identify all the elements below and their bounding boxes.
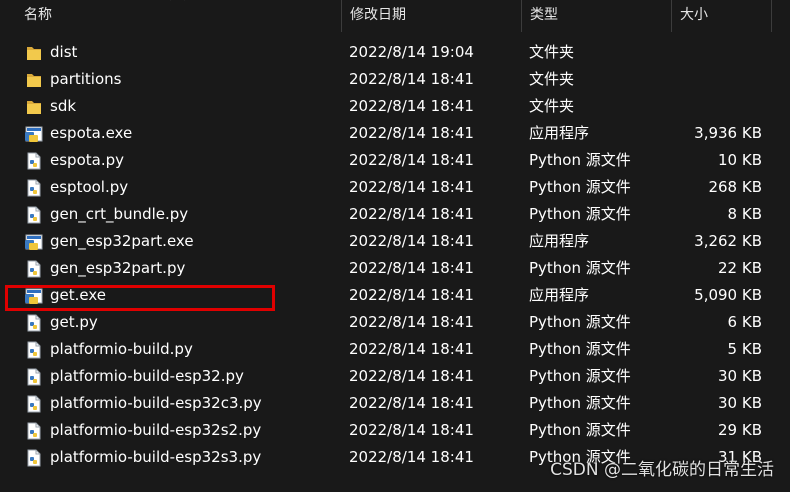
python-file-icon [24,259,44,279]
file-row[interactable]: sdk 2022/8/14 18:41 文件夹 [0,93,790,120]
python-file-icon [24,313,44,333]
file-size: 30 KB [718,394,762,412]
file-type: Python 源文件 [529,313,631,331]
file-name: platformio-build-esp32c3.py [50,394,262,412]
file-modified-date: 2022/8/14 18:41 [349,205,474,223]
file-name: platformio-build-esp32s3.py [50,448,262,466]
file-modified-date: 2022/8/14 19:04 [349,43,474,61]
file-modified-date: 2022/8/14 18:41 [349,151,474,169]
python-file-icon [24,421,44,441]
file-modified-date: 2022/8/14 18:41 [349,259,474,277]
file-modified-date: 2022/8/14 18:41 [349,313,474,331]
file-type: 文件夹 [529,70,575,88]
file-size: 5 KB [727,340,762,358]
folder-icon [24,97,44,117]
file-type: 文件夹 [529,43,575,61]
file-row[interactable]: gen_esp32part.py 2022/8/14 18:41 Python 源文… [0,255,790,282]
file-row[interactable]: platformio-build-esp32s2.py 2022/8/14 18:… [0,417,790,444]
python-file-icon [24,340,44,360]
file-type: Python 源文件 [529,178,631,196]
file-modified-date: 2022/8/14 18:41 [349,70,474,88]
file-size: 6 KB [727,313,762,331]
file-type: Python 源文件 [529,367,631,385]
file-name: get.py [50,313,98,331]
file-modified-date: 2022/8/14 18:41 [349,178,474,196]
file-size: 22 KB [718,259,762,277]
file-type: 应用程序 [529,232,590,250]
file-row[interactable]: get.py 2022/8/14 18:41 Python 源文件 6 KB [0,309,790,336]
file-row[interactable]: platformio-build-esp32c3.py 2022/8/14 18:… [0,390,790,417]
file-size: 29 KB [718,421,762,439]
python-file-icon [24,367,44,387]
file-name: gen_esp32part.py [50,259,186,277]
column-header-type[interactable]: 类型 [522,0,672,32]
file-modified-date: 2022/8/14 18:41 [349,124,474,142]
column-header-bar: 名称 修改日期 类型 大小 [0,0,790,32]
python-file-icon [24,205,44,225]
file-type: Python 源文件 [529,259,631,277]
file-modified-date: 2022/8/14 18:41 [349,340,474,358]
file-type: Python 源文件 [529,205,631,223]
file-name: gen_crt_bundle.py [50,205,189,223]
file-name: sdk [50,97,77,115]
file-size: 5,090 KB [694,286,762,304]
file-row[interactable]: esptool.py 2022/8/14 18:41 Python 源文件 268 K… [0,174,790,201]
column-header-name[interactable]: 名称 [16,0,342,32]
python-file-icon [24,448,44,468]
column-header-modified[interactable]: 修改日期 [342,0,522,32]
file-modified-date: 2022/8/14 18:41 [349,394,474,412]
file-name: gen_esp32part.exe [50,232,194,250]
file-type: Python 源文件 [529,340,631,358]
exe-icon [24,124,44,144]
python-file-icon [24,178,44,198]
file-name: platformio-build-esp32s2.py [50,421,262,439]
file-size: 3,936 KB [694,124,762,142]
file-row[interactable]: gen_crt_bundle.py 2022/8/14 18:41 Python 源… [0,201,790,228]
file-name: platformio-build-esp32.py [50,367,244,385]
file-modified-date: 2022/8/14 18:41 [349,97,474,115]
file-type: Python 源文件 [529,421,631,439]
file-name: espota.py [50,151,124,169]
file-name: partitions [50,70,122,88]
exe-icon [24,232,44,252]
file-type: 应用程序 [529,124,590,142]
file-type: 文件夹 [529,97,575,115]
file-row[interactable]: espota.py 2022/8/14 18:41 Python 源文件 10 KB [0,147,790,174]
file-row[interactable]: gen_esp32part.exe 2022/8/14 18:41 应用程序 3,26… [0,228,790,255]
file-modified-date: 2022/8/14 18:41 [349,448,474,466]
file-type: Python 源文件 [529,394,631,412]
file-row[interactable]: platformio-build-esp32.py 2022/8/14 18:41… [0,363,790,390]
file-size: 30 KB [718,367,762,385]
file-row[interactable]: platformio-build.py 2022/8/14 18:41 Python… [0,336,790,363]
file-modified-date: 2022/8/14 18:41 [349,367,474,385]
file-size: 10 KB [718,151,762,169]
file-row[interactable]: espota.exe 2022/8/14 18:41 应用程序 3,936 KB [0,120,790,147]
file-name: platformio-build.py [50,340,193,358]
file-type: 应用程序 [529,286,590,304]
file-row[interactable]: dist 2022/8/14 19:04 文件夹 [0,39,790,66]
column-header-size[interactable]: 大小 [672,0,772,32]
python-file-icon [24,151,44,171]
highlight-box [5,285,275,311]
file-name: dist [50,43,78,61]
file-modified-date: 2022/8/14 18:41 [349,421,474,439]
python-file-icon [24,394,44,414]
file-name: espota.exe [50,124,133,142]
file-modified-date: 2022/8/14 18:41 [349,232,474,250]
file-size: 8 KB [727,205,762,223]
file-list: dist 2022/8/14 19:04 文件夹 partitions 2022/8/1… [0,39,790,471]
file-name: esptool.py [50,178,129,196]
file-type: Python 源文件 [529,151,631,169]
file-size: 3,262 KB [694,232,762,250]
file-row[interactable]: partitions 2022/8/14 18:41 文件夹 [0,66,790,93]
folder-icon [24,43,44,63]
watermark: CSDN @二氧化碳的日常生活 [550,460,774,480]
folder-icon [24,70,44,90]
file-modified-date: 2022/8/14 18:41 [349,286,474,304]
file-size: 268 KB [708,178,762,196]
